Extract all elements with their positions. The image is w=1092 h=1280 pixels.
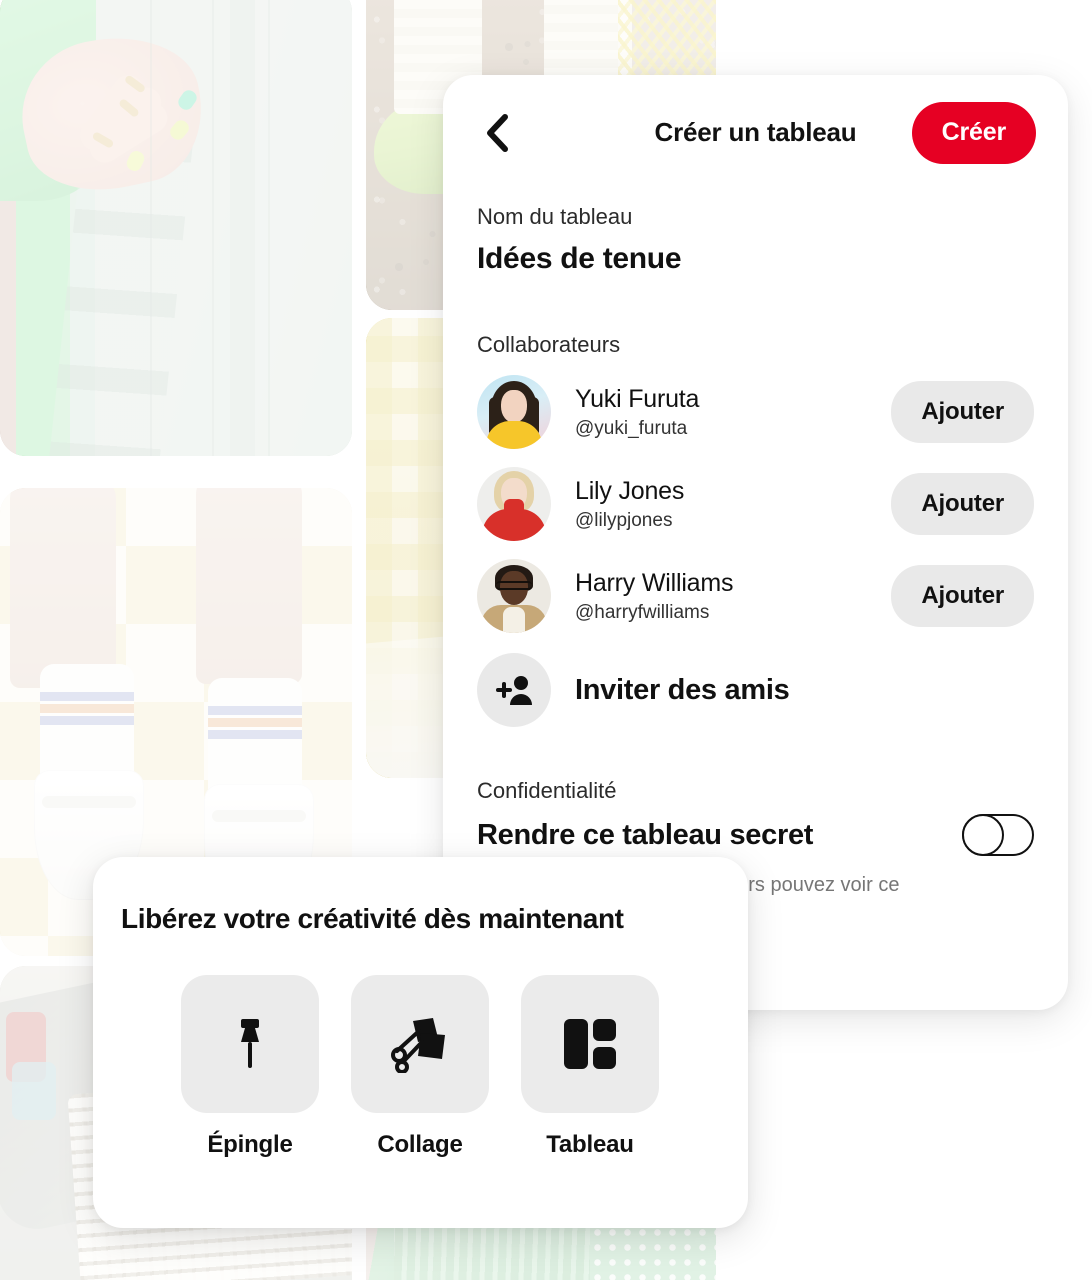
collaborator-row: Yuki Furuta @yuki_furuta Ajouter (477, 366, 1034, 458)
create-options-tiles: Épingle Collage Tableau (93, 935, 748, 1159)
avatar-yuki-furuta (477, 375, 551, 449)
sheet-header: Créer un tableau Créer (443, 75, 1068, 190)
avatar-lily-jones (477, 467, 551, 541)
collaborator-name: Lily Jones (575, 476, 685, 505)
background-pin-mint-outfit (0, 0, 352, 456)
pin-artwork (0, 0, 352, 456)
collaborator-name: Harry Williams (575, 568, 734, 597)
create-options-title: Libérez votre créativité dès maintenant (121, 903, 624, 934)
person-add-icon (477, 653, 551, 727)
collaborator-info: Lily Jones @lilypjones (575, 477, 891, 532)
chevron-left-icon (487, 113, 508, 152)
invite-friends-row[interactable]: Inviter des amis (477, 644, 1034, 736)
secret-board-toggle[interactable] (962, 814, 1034, 856)
collaborator-handle: @harryfwilliams (575, 601, 710, 623)
collaborator-name: Yuki Furuta (575, 384, 700, 413)
board-layout-icon (521, 975, 659, 1113)
collaborator-row: Harry Williams @harryfwilliams Ajouter (477, 550, 1034, 642)
create-collage-label: Collage (377, 1131, 463, 1158)
collaborators-label: Collaborateurs (477, 332, 621, 357)
board-name-label: Nom du tableau (477, 204, 633, 229)
avatar-harry-williams (477, 559, 551, 633)
back-button[interactable] (477, 113, 517, 153)
create-board-label: Tableau (546, 1131, 634, 1158)
add-collaborator-button[interactable]: Ajouter (891, 473, 1034, 535)
sheet-body: Nom du tableau Idées de tenue Collaborat… (443, 204, 1068, 899)
collaborator-row: Lily Jones @lilypjones Ajouter (477, 458, 1034, 550)
collaborator-handle: @lilypjones (575, 509, 673, 531)
collaborator-handle: @yuki_furuta (575, 417, 688, 439)
invite-friends-label: Inviter des amis (575, 673, 790, 706)
board-name-input[interactable]: Idées de tenue (477, 242, 1034, 276)
create-collage-tile[interactable]: Collage (351, 975, 489, 1159)
secret-board-label: Rendre ce tableau secret (477, 818, 814, 851)
create-pin-tile[interactable]: Épingle (181, 975, 319, 1159)
screen: Créer un tableau Créer Nom du tableau Id… (0, 0, 1092, 1280)
pushpin-icon (181, 975, 319, 1113)
add-collaborator-button[interactable]: Ajouter (891, 381, 1034, 443)
privacy-label: Confidentialité (477, 778, 617, 803)
create-pin-label: Épingle (207, 1131, 293, 1158)
collage-scissors-icon (351, 975, 489, 1113)
toggle-knob (962, 814, 1004, 856)
create-board-tile[interactable]: Tableau (521, 975, 659, 1159)
create-options-card: Libérez votre créativité dès maintenant … (93, 857, 748, 1228)
create-button[interactable]: Créer (911, 101, 1036, 164)
collaborator-info: Harry Williams @harryfwilliams (575, 569, 891, 624)
add-collaborator-button[interactable]: Ajouter (891, 565, 1034, 627)
collaborator-info: Yuki Furuta @yuki_furuta (575, 385, 891, 440)
privacy-row: Rendre ce tableau secret (477, 814, 1034, 856)
